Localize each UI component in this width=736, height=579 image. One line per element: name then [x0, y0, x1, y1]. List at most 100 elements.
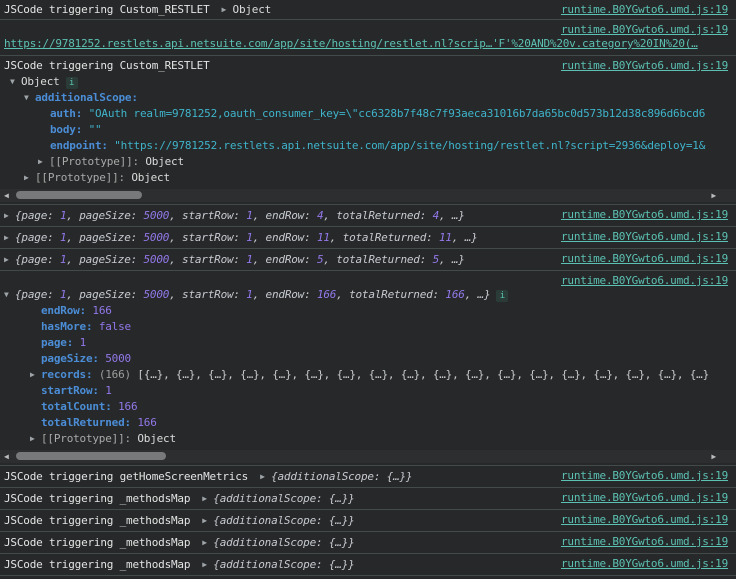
- console-entry: runtime.B0YGwto6.umd.js:19 JSCode trigge…: [0, 55, 736, 204]
- console-entry: ▶{page: 1, pageSize: 5000, startRow: 1, …: [0, 204, 736, 226]
- expand-triangle-icon[interactable]: ▶: [24, 170, 35, 186]
- property-key: auth:: [50, 107, 82, 120]
- prototype-line: ▶[[Prototype]]: Object: [4, 154, 728, 170]
- object-preview: , startRow:: [169, 209, 246, 222]
- log-message: JSCode triggering _methodsMap: [4, 536, 190, 549]
- console-entry: JSCode triggering _methodsMap ▶{additiona…: [0, 509, 736, 531]
- collapse-triangle-icon[interactable]: ▼: [4, 287, 15, 303]
- expand-triangle-icon[interactable]: ▶: [4, 208, 15, 223]
- expand-triangle-icon[interactable]: ▶: [260, 469, 271, 484]
- tree-root-line: ▼Objecti: [4, 74, 728, 90]
- scrollbar-thumb[interactable]: [16, 452, 166, 460]
- source-link[interactable]: runtime.B0YGwto6.umd.js:19: [561, 535, 728, 548]
- object-preview: {page:: [15, 209, 60, 222]
- console-entry: runtime.B0YGwto6.umd.js:19 ▼{page: 1, pa…: [0, 270, 736, 465]
- prototype-key[interactable]: [[Prototype]]:: [41, 432, 131, 445]
- preview-value: 166: [445, 288, 464, 301]
- object-preview[interactable]: {additionalScope: {…}}: [213, 536, 354, 549]
- object-preview: , endRow:: [253, 209, 317, 222]
- property-key: startRow:: [41, 384, 99, 397]
- horizontal-scrollbar[interactable]: ◀ ▶: [0, 450, 736, 463]
- console-entry: JSCode triggering Custom_RESTLET▶Object …: [0, 0, 736, 19]
- object-preview: , totalReturned:: [336, 288, 445, 301]
- expand-triangle-icon[interactable]: ▶: [4, 230, 15, 245]
- tree-line: endpoint: "https://9781252.restlets.api.…: [4, 138, 728, 154]
- expand-triangle-icon[interactable]: ▶: [30, 431, 41, 447]
- scroll-right-arrow-icon[interactable]: ▶: [711, 191, 716, 200]
- property-key: hasMore:: [41, 320, 92, 333]
- source-link[interactable]: runtime.B0YGwto6.umd.js:19: [561, 513, 728, 526]
- expand-triangle-icon[interactable]: ▶: [4, 252, 15, 267]
- source-link[interactable]: runtime.B0YGwto6.umd.js:19: [561, 274, 728, 287]
- prototype-key[interactable]: [[Prototype]]:: [49, 155, 139, 168]
- source-link[interactable]: runtime.B0YGwto6.umd.js:19: [561, 491, 728, 504]
- source-link[interactable]: runtime.B0YGwto6.umd.js:19: [561, 469, 728, 482]
- devtools-console: JSCode triggering Custom_RESTLET▶Object …: [0, 0, 736, 579]
- log-message: JSCode triggering _methodsMap: [4, 492, 190, 505]
- expand-triangle-icon[interactable]: ▶: [38, 154, 49, 170]
- object-label[interactable]: Object: [21, 75, 60, 88]
- scroll-left-arrow-icon[interactable]: ◀: [4, 191, 9, 200]
- object-preview[interactable]: {additionalScope: {…}}: [213, 492, 354, 505]
- preview-value: 5000: [143, 231, 169, 244]
- source-link[interactable]: runtime.B0YGwto6.umd.js:19: [561, 557, 728, 570]
- info-icon: i: [496, 290, 508, 302]
- expand-triangle-icon[interactable]: ▶: [222, 2, 233, 17]
- property-key[interactable]: additionalScope:: [35, 91, 138, 104]
- scrollbar-thumb[interactable]: [16, 191, 142, 199]
- prototype-value: Object: [137, 432, 176, 445]
- scroll-left-arrow-icon[interactable]: ◀: [4, 452, 9, 461]
- expand-triangle-icon[interactable]: ▶: [202, 557, 213, 572]
- source-link[interactable]: runtime.B0YGwto6.umd.js:19: [561, 59, 728, 72]
- source-link[interactable]: runtime.B0YGwto6.umd.js:19: [561, 3, 728, 16]
- collapse-triangle-icon[interactable]: ▼: [24, 90, 35, 106]
- property-key: body:: [50, 123, 82, 136]
- property-value-number: 166: [92, 304, 111, 317]
- object-preview[interactable]: {additionalScope: {…}}: [271, 470, 412, 483]
- property-value-string: "": [89, 123, 102, 136]
- collapse-triangle-icon[interactable]: ▼: [10, 74, 21, 90]
- object-preview: , endRow:: [253, 253, 317, 266]
- tree-line: hasMore: false: [4, 319, 728, 335]
- expand-triangle-icon[interactable]: ▶: [202, 491, 213, 506]
- object-preview: , startRow:: [169, 253, 246, 266]
- preview-value: 5000: [143, 209, 169, 222]
- property-key: totalReturned:: [41, 416, 131, 429]
- property-value-string: "https://9781252.restlets.api.netsuite.c…: [114, 139, 705, 152]
- preview-value: 5000: [143, 253, 169, 266]
- object-preview: , endRow:: [253, 288, 317, 301]
- preview-value: 5000: [143, 288, 169, 301]
- scroll-right-arrow-icon[interactable]: ▶: [711, 452, 716, 461]
- property-value-number: 1: [105, 384, 111, 397]
- tree-line: auth: "OAuth realm=9781252,oauth_consume…: [4, 106, 728, 122]
- object-preview: , totalReturned:: [330, 231, 439, 244]
- source-link[interactable]: runtime.B0YGwto6.umd.js:19: [561, 23, 728, 36]
- info-icon: i: [66, 77, 78, 89]
- object-preview[interactable]: {additionalScope: {…}}: [213, 514, 354, 527]
- tree-line: startRow: 1: [4, 383, 728, 399]
- source-link[interactable]: runtime.B0YGwto6.umd.js:19: [561, 230, 728, 243]
- request-url-link[interactable]: https://9781252.restlets.api.netsuite.co…: [4, 37, 698, 50]
- object-preview: , …}: [465, 288, 491, 301]
- console-entry: ▶{page: 1, pageSize: 5000, startRow: 1, …: [0, 248, 736, 270]
- console-entry: runtime.B0YGwto6.umd.js:19 https://97812…: [0, 19, 736, 55]
- console-entry: JSCode triggering _methodsMap▶{additiona…: [0, 553, 736, 575]
- object-preview[interactable]: {additionalScope: {…}}: [213, 558, 354, 571]
- prototype-line: ▶[[Prototype]]: Object: [4, 431, 728, 447]
- object-preview-label[interactable]: Object: [233, 3, 272, 16]
- expand-triangle-icon[interactable]: ▶: [202, 513, 213, 528]
- property-value-number: 166: [118, 400, 137, 413]
- source-link[interactable]: runtime.B0YGwto6.umd.js:19: [561, 252, 728, 265]
- property-value-number: 166: [137, 416, 156, 429]
- property-value-boolean: false: [99, 320, 131, 333]
- source-link[interactable]: runtime.B0YGwto6.umd.js:19: [561, 208, 728, 221]
- object-preview: , startRow:: [169, 288, 246, 301]
- tree-line: ▼additionalScope:: [4, 90, 728, 106]
- expand-triangle-icon[interactable]: ▶: [30, 367, 41, 383]
- property-key[interactable]: records:: [41, 368, 92, 381]
- object-preview: , totalReturned:: [323, 253, 432, 266]
- expand-triangle-icon[interactable]: ▶: [202, 535, 213, 550]
- horizontal-scrollbar[interactable]: ◀ ▶: [0, 189, 736, 202]
- log-message: JSCode triggering _methodsMap: [4, 514, 190, 527]
- prototype-key[interactable]: [[Prototype]]:: [35, 171, 125, 184]
